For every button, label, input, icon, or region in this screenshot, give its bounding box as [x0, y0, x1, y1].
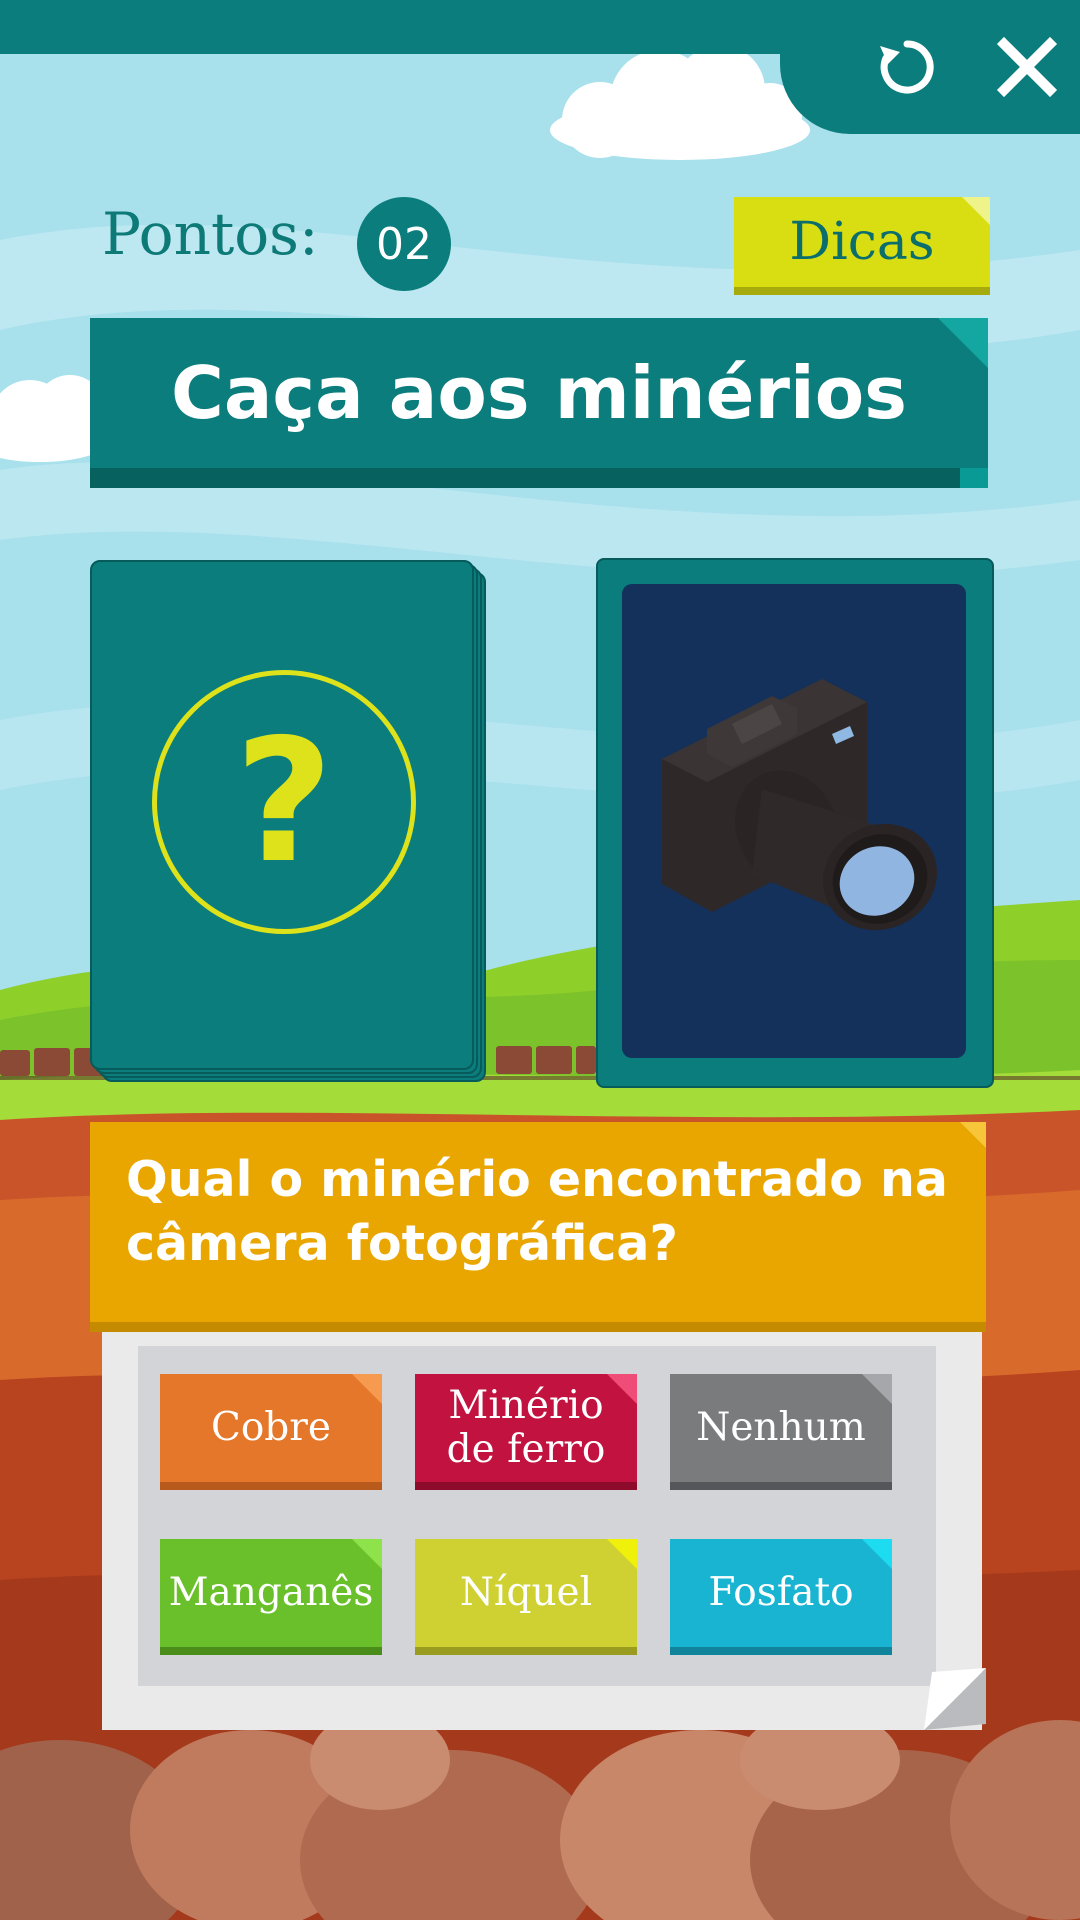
question-mark-circle: ?: [152, 670, 416, 934]
question-corner: [960, 1122, 986, 1148]
answer-niquel[interactable]: Níquel: [415, 1539, 637, 1647]
close-button[interactable]: [982, 22, 1072, 112]
reload-icon: [880, 40, 934, 94]
answer-nenhum[interactable]: Nenhum: [670, 1374, 892, 1482]
score-value: 02: [357, 197, 451, 291]
panel-page-curl: [924, 1668, 986, 1730]
close-icon: [996, 36, 1058, 98]
camera-icon: [662, 679, 937, 931]
title-shadow: [90, 468, 988, 488]
hints-corner: [962, 197, 990, 225]
question-mark-icon: ?: [234, 703, 334, 901]
question-text: Qual o minério encontrado na câmera foto…: [126, 1151, 948, 1272]
answer-corner: [862, 1539, 892, 1569]
answer-corner: [352, 1374, 382, 1404]
answer-minerio-de-ferro[interactable]: Minério de ferro: [415, 1374, 637, 1482]
title-corner: [938, 318, 988, 368]
answer-manganes[interactable]: Manganês: [160, 1539, 382, 1647]
answer-fosfato[interactable]: Fosfato: [670, 1539, 892, 1647]
reload-button[interactable]: [862, 22, 952, 112]
title-banner: Caça aos minérios: [90, 318, 988, 468]
hints-label: Dicas: [789, 212, 935, 272]
image-card-inner: [622, 584, 966, 1058]
hints-button[interactable]: Dicas: [734, 197, 990, 287]
answer-label: Fosfato: [708, 1570, 854, 1615]
answer-label: Manganês: [168, 1570, 374, 1615]
answer-corner: [352, 1539, 382, 1569]
score-label: Pontos:: [102, 200, 319, 268]
page-title: Caça aos minérios: [170, 351, 908, 435]
answer-corner: [607, 1539, 637, 1569]
answer-label: Nenhum: [696, 1405, 866, 1450]
answer-corner: [862, 1374, 892, 1404]
answer-label: Minério de ferro: [446, 1383, 606, 1472]
answer-cobre[interactable]: Cobre: [160, 1374, 382, 1482]
answer-label: Cobre: [210, 1405, 331, 1450]
answer-label: Níquel: [459, 1570, 593, 1615]
answer-corner: [607, 1374, 637, 1404]
